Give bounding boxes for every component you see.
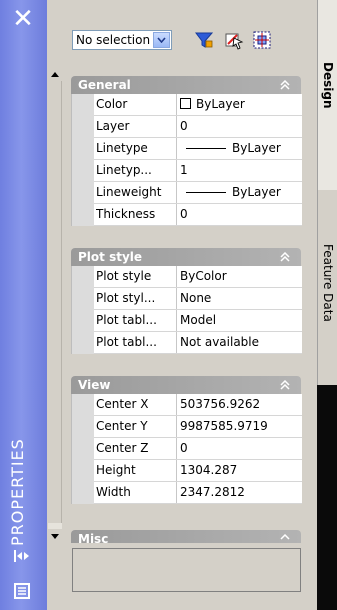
description-box	[72, 548, 301, 592]
section-title: Plot style	[78, 250, 143, 264]
drawing-area-edge	[317, 385, 337, 610]
plot-style-properties: Plot style ByColor Plot styl... None Plo…	[71, 266, 302, 354]
lineweight-sample-icon	[186, 192, 226, 193]
property-value[interactable]: 0	[176, 204, 302, 225]
property-row[interactable]: Plot style ByColor	[72, 266, 302, 288]
property-value[interactable]: 0	[176, 438, 302, 459]
property-value-cell[interactable]: ByLayer	[176, 182, 302, 203]
property-row[interactable]: Layer 0	[72, 116, 302, 138]
quick-select-icon	[253, 31, 271, 49]
property-name: Lineweight	[96, 185, 162, 199]
property-row[interactable]: Width 2347.2812	[72, 482, 302, 504]
property-name: Center Y	[96, 419, 148, 433]
property-value[interactable]: Model	[176, 310, 302, 331]
vertical-scrollbar[interactable]	[48, 67, 62, 543]
section-view-header[interactable]: View	[71, 376, 301, 394]
collapse-icon[interactable]	[277, 530, 293, 543]
selection-value: No selection	[76, 33, 151, 47]
palette-title-bar[interactable]: ✕ PROPERTIES	[0, 0, 48, 610]
property-row[interactable]: Plot tabl... Model	[72, 310, 302, 332]
property-value[interactable]: 9987585.9719	[176, 416, 302, 437]
auto-hide-icon[interactable]	[10, 544, 34, 568]
property-name: Center Z	[96, 441, 149, 455]
property-name: Center X	[96, 397, 149, 411]
property-name: Height	[96, 463, 136, 477]
property-row[interactable]: Lineweight ByLayer	[72, 182, 302, 204]
toggle-pickadd-button[interactable]	[192, 28, 216, 52]
collapse-icon[interactable]	[277, 376, 293, 394]
property-row[interactable]: Thickness 0	[72, 204, 302, 226]
toolbar: No selection	[47, 0, 317, 62]
property-value-cell[interactable]: ByLayer	[176, 138, 302, 159]
chevron-down-icon[interactable]	[153, 32, 170, 48]
property-row[interactable]: Center Z 0	[72, 438, 302, 460]
section-title: General	[78, 78, 131, 92]
quick-select-button[interactable]	[250, 28, 274, 52]
property-name: Plot style	[96, 269, 152, 283]
property-value[interactable]: 503756.9262	[176, 394, 302, 415]
property-name: Linetyp...	[96, 163, 152, 177]
scroll-up-arrow-icon[interactable]	[48, 67, 62, 81]
property-value[interactable]: 2347.2812	[176, 482, 302, 503]
property-name: Thickness	[96, 207, 156, 221]
property-row[interactable]: Linetyp... 1	[72, 160, 302, 182]
property-row[interactable]: Center Y 9987585.9719	[72, 416, 302, 438]
property-row[interactable]: Center X 503756.9262	[72, 394, 302, 416]
property-name: Linetype	[96, 141, 148, 155]
tab-label: Design	[321, 62, 335, 109]
color-swatch-icon	[180, 98, 191, 109]
tab-design[interactable]: Design	[318, 0, 337, 190]
property-name: Plot tabl...	[96, 313, 157, 327]
property-value[interactable]: Not available	[176, 332, 302, 353]
property-value[interactable]: 0	[176, 116, 302, 137]
section-plot-style-header[interactable]: Plot style	[71, 248, 301, 266]
close-icon[interactable]: ✕	[10, 6, 36, 32]
property-value[interactable]: None	[176, 288, 302, 309]
properties-menu-icon[interactable]	[10, 579, 34, 603]
property-value[interactable]: ByColor	[176, 266, 302, 287]
section-title: View	[78, 378, 111, 392]
property-row[interactable]: Height 1304.287	[72, 460, 302, 482]
property-name: Plot styl...	[96, 291, 156, 305]
funnel-icon	[195, 32, 214, 48]
property-name: Color	[96, 97, 128, 111]
properties-panel: No selection General Color ByLayer Layer…	[47, 0, 317, 610]
property-name: Width	[96, 485, 131, 499]
property-name: Layer	[96, 119, 130, 133]
scroll-thumb[interactable]	[48, 81, 62, 523]
tab-label: Feature Data	[321, 244, 335, 322]
general-properties: Color ByLayer Layer 0 Linetype ByLayer L…	[71, 94, 302, 226]
select-objects-button[interactable]	[221, 28, 245, 52]
section-title: Misc	[78, 532, 109, 543]
property-row[interactable]: Color ByLayer	[72, 94, 302, 116]
collapse-icon[interactable]	[277, 248, 293, 266]
property-row[interactable]: Plot tabl... Not available	[72, 332, 302, 354]
section-general-header[interactable]: General	[71, 76, 301, 94]
property-row[interactable]: Linetype ByLayer	[72, 138, 302, 160]
property-value: ByLayer	[196, 97, 245, 111]
linetype-sample-icon	[186, 148, 226, 149]
select-objects-icon	[225, 33, 244, 50]
property-value: ByLayer	[232, 185, 281, 199]
palette-title: PROPERTIES	[8, 438, 27, 546]
property-value-cell[interactable]: ByLayer	[176, 94, 302, 115]
property-name: Plot tabl...	[96, 335, 157, 349]
scroll-down-arrow-icon[interactable]	[48, 529, 62, 543]
property-value[interactable]: 1	[176, 160, 302, 181]
selection-dropdown[interactable]: No selection	[72, 30, 172, 50]
property-value[interactable]: 1304.287	[176, 460, 302, 481]
property-row[interactable]: Plot styl... None	[72, 288, 302, 310]
view-properties: Center X 503756.9262 Center Y 9987585.97…	[71, 394, 302, 504]
tab-feature-data[interactable]: Feature Data	[318, 192, 337, 382]
section-misc-header[interactable]: Misc	[71, 530, 301, 543]
collapse-icon[interactable]	[277, 76, 293, 94]
property-value: ByLayer	[232, 141, 281, 155]
